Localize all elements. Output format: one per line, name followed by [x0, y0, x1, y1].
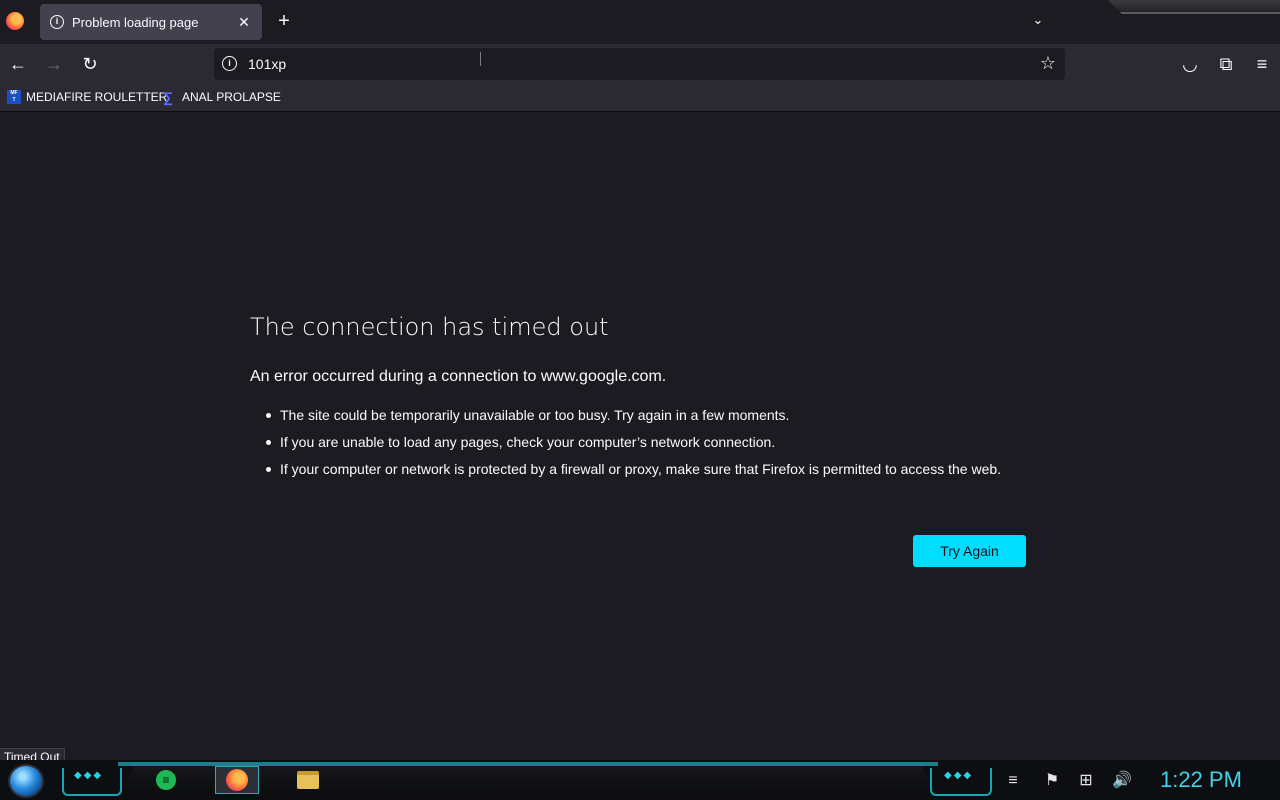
- back-button[interactable]: ←: [6, 52, 30, 76]
- extensions-button[interactable]: ⧉: [1214, 52, 1238, 76]
- taskbar-decoration-right: ◆◆◆: [930, 768, 992, 796]
- mediafire-icon: MF T: [7, 90, 21, 104]
- network-icon[interactable]: ⊞: [1074, 772, 1098, 790]
- error-page: The connection has timed out An error oc…: [0, 113, 1280, 759]
- taskbar-app-file-explorer[interactable]: [286, 766, 330, 794]
- notes-app-icon: ≡: [156, 770, 176, 790]
- list-item: The site could be temporarily unavailabl…: [266, 405, 1036, 425]
- firefox-logo-icon: [6, 12, 24, 30]
- url-input[interactable]: 101xp: [248, 56, 286, 72]
- navigation-toolbar: ← → ↻ i 101xp ☆ ◡ ⧉ ≡: [0, 44, 1280, 84]
- error-description: An error occurred during a connection to…: [250, 368, 667, 385]
- bookmark-star-icon[interactable]: ☆: [1037, 52, 1059, 74]
- forward-button[interactable]: →: [42, 52, 66, 76]
- action-center-flag-icon[interactable]: ⚑: [1040, 772, 1064, 790]
- url-bar[interactable]: i 101xp ☆: [214, 48, 1065, 80]
- bookmark-mediafire-rouletter[interactable]: MF T MEDIAFIRE ROULETTER: [7, 90, 167, 104]
- app-menu-button[interactable]: ≡: [1250, 52, 1274, 76]
- tab-strip: i Problem loading page ✕ + ⌄: [0, 0, 1280, 44]
- text-cursor-icon: [480, 52, 481, 66]
- try-again-button[interactable]: Try Again: [913, 535, 1026, 567]
- bookmark-label: ANAL PROLAPSE: [182, 90, 281, 104]
- tab-problem-loading[interactable]: i Problem loading page ✕: [40, 4, 262, 40]
- taskbar-app-firefox[interactable]: [215, 766, 259, 794]
- pocket-button[interactable]: ◡: [1178, 52, 1202, 76]
- info-icon: i: [50, 15, 64, 29]
- tab-title: Problem loading page: [72, 14, 199, 30]
- taskbar-clock[interactable]: 1:22 PM: [1160, 767, 1242, 793]
- error-title: The connection has timed out: [250, 313, 609, 341]
- bookmark-label: MEDIAFIRE ROULETTER: [26, 90, 168, 104]
- list-item: If your computer or network is protected…: [266, 459, 1036, 479]
- list-item: If you are unable to load any pages, che…: [266, 432, 1036, 452]
- start-button[interactable]: [8, 764, 44, 798]
- sigma-icon: ∑: [163, 89, 173, 105]
- reload-button[interactable]: ↻: [78, 52, 102, 76]
- bookmark-anal-prolapse[interactable]: ∑ ANAL PROLAPSE: [163, 90, 281, 104]
- taskbar-app-notes[interactable]: ≡: [144, 766, 188, 794]
- volume-icon[interactable]: 🔊: [1110, 772, 1134, 790]
- taskbar-decoration-left: ◆◆◆: [62, 768, 122, 796]
- close-tab-icon[interactable]: ✕: [236, 14, 252, 31]
- error-suggestions-list: The site could be temporarily unavailabl…: [266, 405, 1036, 486]
- new-tab-button[interactable]: +: [273, 11, 295, 33]
- list-all-tabs-chevron-down-icon[interactable]: ⌄: [1028, 12, 1048, 32]
- show-hidden-icons[interactable]: ≡: [1001, 772, 1025, 790]
- folder-icon: [297, 771, 319, 789]
- firefox-icon: [226, 769, 248, 791]
- site-info-icon[interactable]: i: [222, 56, 237, 71]
- window-corner-decoration: [1108, 0, 1280, 14]
- bookmarks-toolbar: MF T MEDIAFIRE ROULETTER ∑ ANAL PROLAPSE: [0, 84, 1280, 112]
